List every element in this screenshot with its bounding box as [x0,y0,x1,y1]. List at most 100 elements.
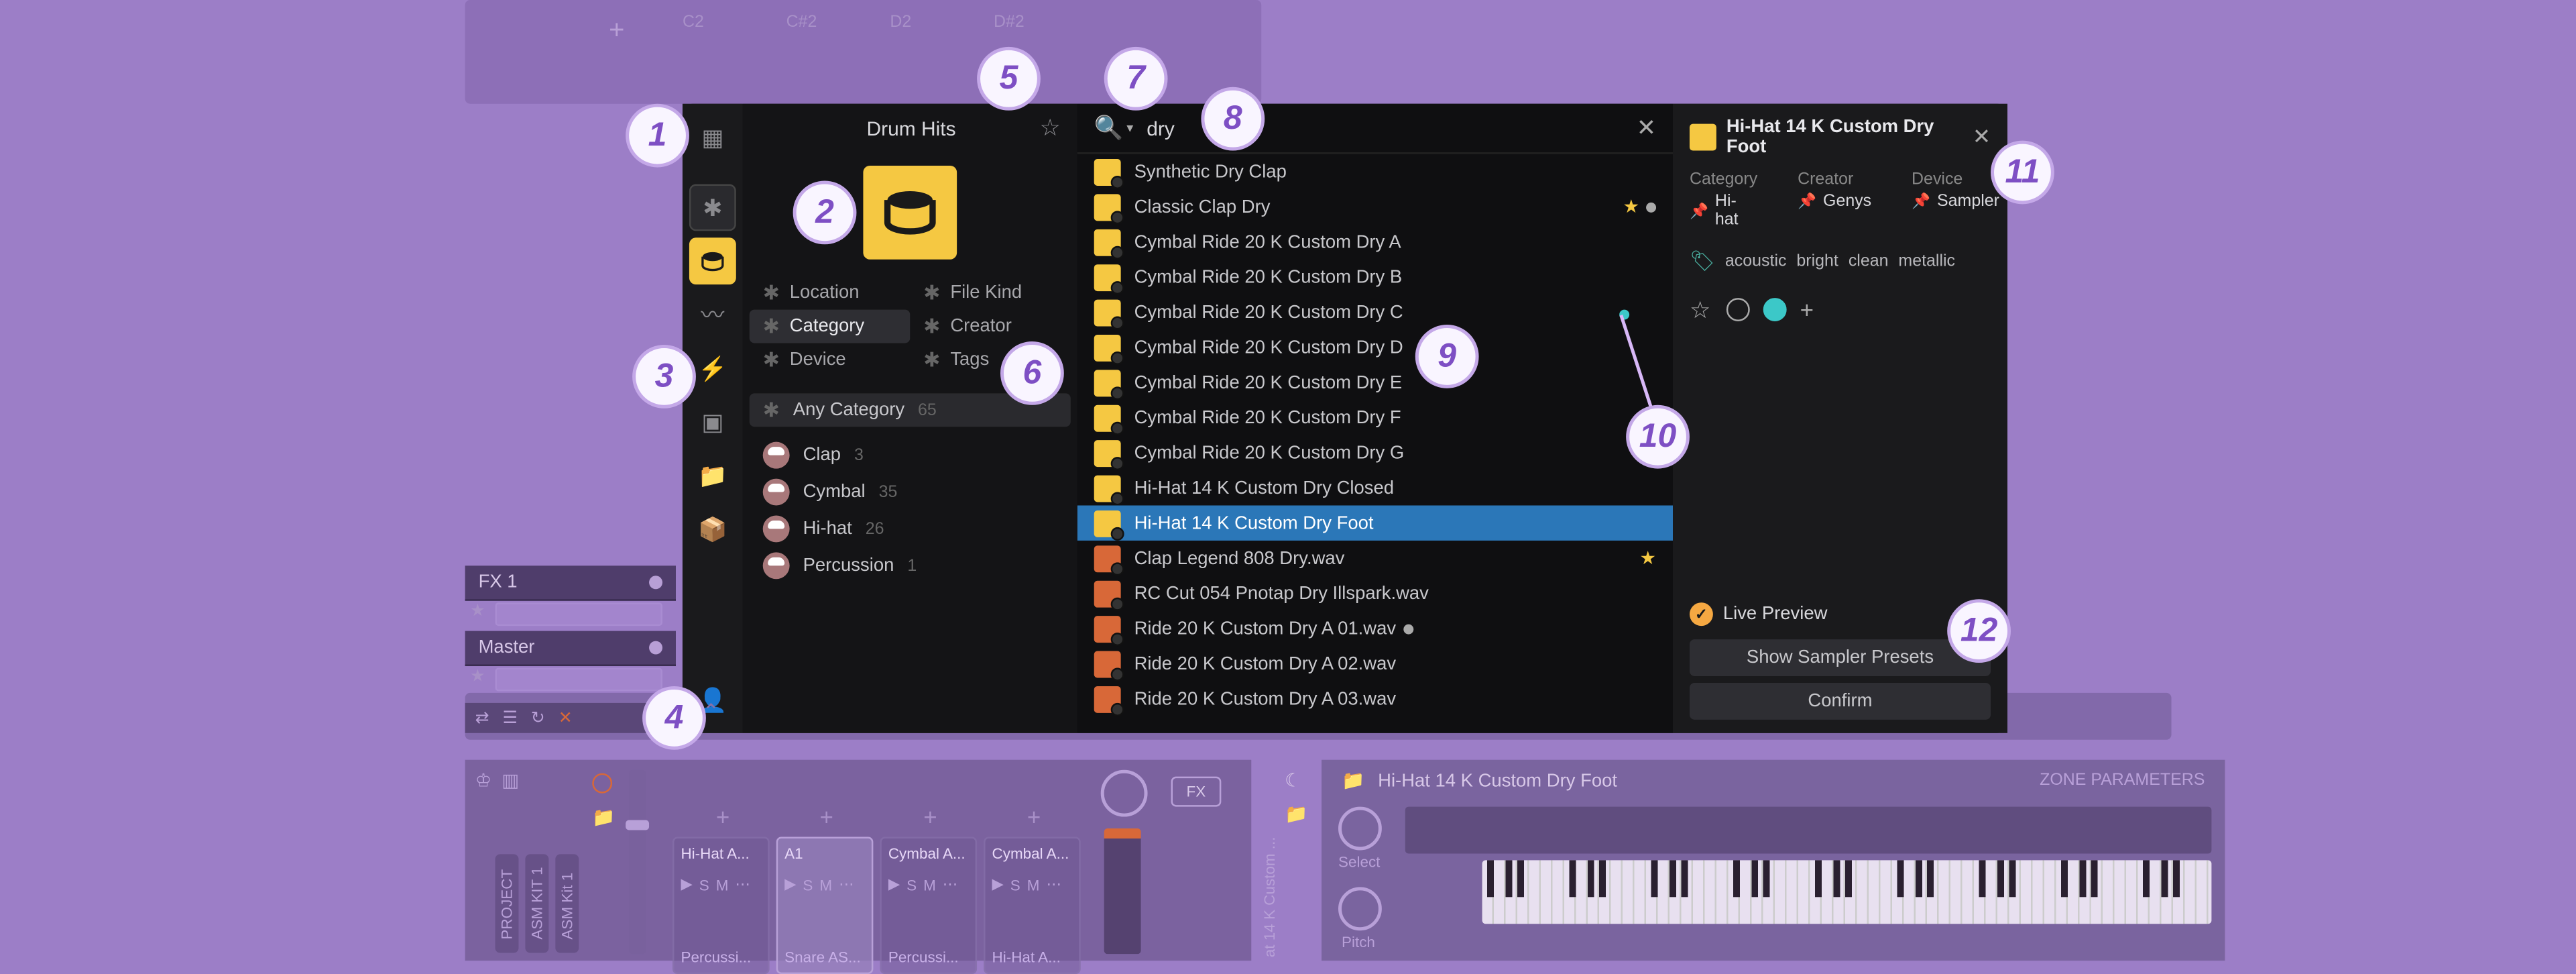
side-label-kit[interactable]: ASM KIT 1 [525,853,548,953]
delete-icon[interactable]: ✕ [559,709,573,727]
result-item[interactable]: Ride 20 K Custom Dry A 01.wav [1077,611,1673,646]
folder-icon[interactable]: 📁 [1285,804,1307,825]
mute-button[interactable]: M [1027,876,1040,893]
result-item[interactable]: Cymbal Ride 20 K Custom Dry F [1077,400,1673,435]
result-item[interactable]: Cymbal Ride 20 K Custom Dry G [1077,435,1673,470]
category-percussion[interactable]: Percussion1 [750,547,1071,584]
moon-icon[interactable]: ☾ [1285,770,1301,792]
select-knob[interactable] [1338,807,1382,851]
filter-location[interactable]: ✱Location [750,276,911,310]
fx-volume-slider[interactable] [495,602,663,626]
master-track-header[interactable]: Master [465,631,676,666]
live-preview-toggle[interactable]: ✓ Live Preview [1690,596,1991,633]
category-cymbal[interactable]: Cymbal35 [750,474,1071,510]
tag[interactable]: acoustic [1725,252,1787,270]
grid-icon[interactable]: ▦ [689,114,736,161]
filter-creator[interactable]: ✱Creator [910,310,1071,343]
play-icon[interactable]: ▶ [681,875,692,894]
preset-icon[interactable]: ▣ [689,398,736,445]
tag[interactable]: metallic [1898,252,1955,270]
search-icon[interactable]: 🔍 [1094,114,1124,142]
filter-filekind[interactable]: ✱File Kind [910,276,1071,310]
pin-icon[interactable]: 📌 [1690,202,1708,220]
search-clear-icon[interactable]: ✕ [1637,114,1656,142]
piano-keyboard[interactable] [1482,860,2212,924]
play-icon[interactable]: ▶ [992,875,1004,894]
result-item[interactable]: Synthetic Dry Clap [1077,154,1673,189]
drum-pad[interactable]: A1 ▶SM⋯ Snare AS... [776,837,874,974]
tag[interactable]: clean [1849,252,1889,270]
drum-pad[interactable]: Cymbal A... ▶SM⋯ Percussi... [880,837,977,974]
solo-button[interactable]: S [906,876,917,893]
category-clap[interactable]: Clap3 [750,437,1071,474]
result-item[interactable]: Cymbal Ride 20 K Custom Dry E [1077,365,1673,400]
drum-pad[interactable]: Hi-Hat A... ▶SM⋯ Percussi... [672,837,770,974]
result-item[interactable]: Cymbal Ride 20 K Custom Dry B [1077,260,1673,294]
color-circle-icon[interactable] [1726,298,1750,321]
refresh-icon[interactable]: ↻ [531,709,545,727]
pad-add-icon[interactable]: + [820,804,833,830]
result-item[interactable]: Cymbal Ride 20 K Custom Dry D [1077,330,1673,365]
result-item[interactable]: Ride 20 K Custom Dry A 02.wav [1077,646,1673,681]
color-circle-teal-icon[interactable] [1763,298,1787,321]
pad-add-icon[interactable]: + [1027,804,1041,830]
confirm-button[interactable]: Confirm [1690,683,1991,720]
pitch-knob[interactable] [1338,887,1382,930]
result-item[interactable]: Ride 20 K Custom Dry A 03.wav [1077,681,1673,716]
more-icon[interactable]: ⋯ [1046,875,1061,894]
package-icon[interactable]: 📦 [689,505,736,552]
asterisk-icon[interactable]: ✱ [689,184,736,231]
result-item[interactable]: RC Cut 054 Pnotap Dry Illspark.wav [1077,576,1673,610]
waveform-display[interactable] [1405,807,2212,854]
side-label-project[interactable]: PROJECT [495,853,519,953]
more-icon[interactable]: ⋯ [735,875,750,894]
result-item[interactable]: Classic Clap Dry★ [1077,189,1673,224]
power-icon[interactable] [592,773,612,794]
play-icon[interactable]: ▶ [784,875,796,894]
filter-device[interactable]: ✱Device [750,343,911,376]
mute-button[interactable]: M [716,876,729,893]
pad-add-icon[interactable]: + [716,804,729,830]
drum-pad[interactable]: Cymbal A... ▶SM⋯ Hi-Hat A... [984,837,1081,974]
tag[interactable]: bright [1796,252,1838,270]
master-volume-slider[interactable] [495,668,663,692]
list-icon[interactable]: ☰ [502,709,517,727]
result-item[interactable]: Cymbal Ride 20 K Custom Dry C [1077,294,1673,329]
add-icon[interactable]: + [1800,296,1814,323]
fx-track-header[interactable]: FX 1 [465,565,676,600]
search-dropdown-icon[interactable]: ▾ [1126,121,1133,136]
mute-button[interactable]: M [923,876,936,893]
close-icon[interactable]: ✕ [1973,124,1991,151]
favorite-star-icon[interactable]: ☆ [1039,114,1060,142]
favorite-star-icon[interactable]: ☆ [1690,298,1713,321]
mute-button[interactable]: M [819,876,832,893]
pin-icon[interactable]: 📌 [1798,193,1816,211]
more-icon[interactable]: ⋯ [839,875,854,894]
settings-icon[interactable]: ⇄ [475,709,489,727]
folder-icon[interactable]: 📁 [592,807,615,828]
wave-icon[interactable]: 〰 [689,291,736,338]
plug-icon[interactable]: ⚡ [689,345,736,392]
solo-button[interactable]: S [803,876,813,893]
pad-add-icon[interactable]: + [923,804,937,830]
result-item[interactable]: Clap Legend 808 Dry.wav★ [1077,541,1673,576]
side-label-kit2[interactable]: ASM Kit 1 [555,853,579,953]
fx-knob[interactable] [1101,770,1148,817]
more-icon[interactable]: ⋯ [943,875,957,894]
folder-icon[interactable]: 📁 [1342,770,1364,792]
crown-icon[interactable]: ♔ [475,770,492,792]
keyboard-icon[interactable]: ▥ [502,770,519,792]
drum-category-icon[interactable] [689,237,736,284]
result-item[interactable]: Cymbal Ride 20 K Custom Dry A [1077,224,1673,259]
filter-category[interactable]: ✱Category [750,310,911,343]
play-icon[interactable]: ▶ [888,875,900,894]
folder-icon[interactable]: 📁 [689,452,736,499]
show-sampler-presets-button[interactable]: Show Sampler Presets [1690,639,1991,676]
category-hihat[interactable]: Hi-hat26 [750,510,1071,547]
pin-icon[interactable]: 📌 [1912,193,1930,211]
result-item[interactable]: Hi-Hat 14 K Custom Dry Foot [1077,505,1673,540]
solo-button[interactable]: S [1010,876,1020,893]
result-item[interactable]: Hi-Hat 14 K Custom Dry Closed [1077,470,1673,505]
fx-button[interactable]: FX [1171,777,1221,807]
add-tab-button[interactable]: + [609,17,624,47]
